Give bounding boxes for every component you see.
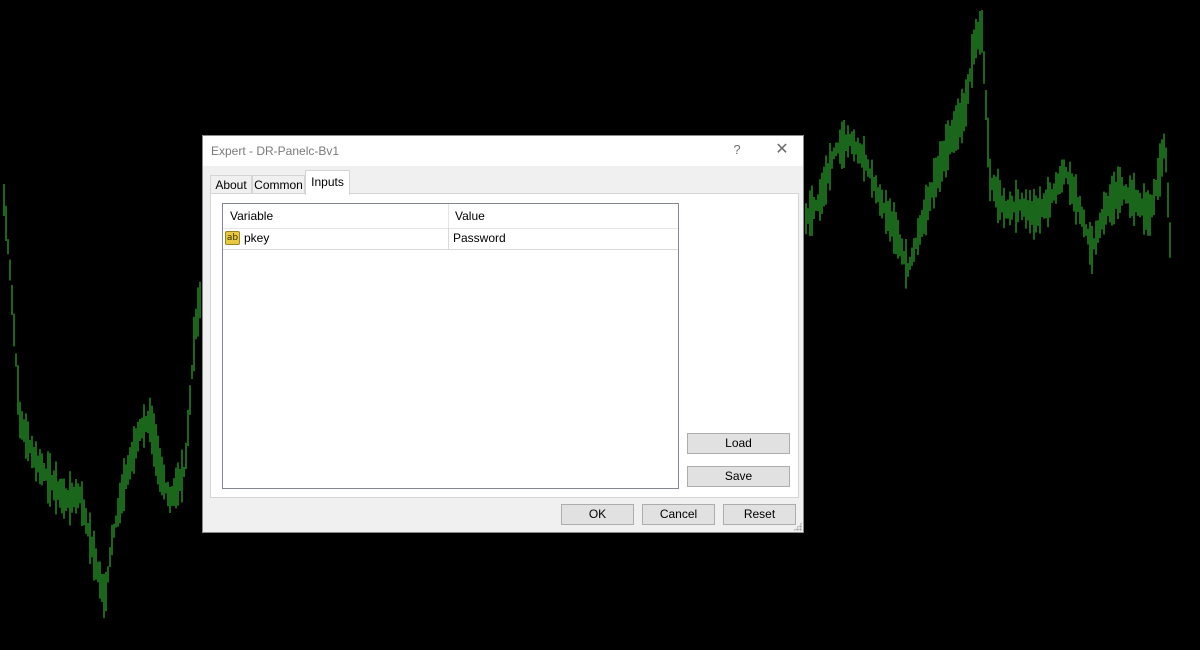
tab-common[interactable]: Common	[252, 175, 305, 194]
tab-about[interactable]: About	[210, 175, 252, 194]
variable-cell[interactable]: pkey	[243, 228, 449, 249]
save-button[interactable]: Save	[687, 466, 790, 487]
column-header-variable[interactable]: Variable	[223, 204, 449, 228]
table-row[interactable]: ab pkey Password	[223, 228, 678, 250]
dialog-title: Expert - DR-Panelc-Bv1	[211, 144, 340, 158]
value-cell[interactable]: Password	[449, 228, 678, 249]
inputs-table: Variable Value ab pkey Password	[222, 203, 679, 489]
string-input-icon: ab	[225, 231, 240, 245]
expert-properties-dialog: Expert - DR-Panelc-Bv1 ? ✕ About Common …	[202, 135, 804, 533]
help-button[interactable]: ?	[715, 136, 759, 166]
close-button[interactable]: ✕	[760, 136, 804, 166]
column-header-value[interactable]: Value	[449, 204, 678, 228]
dialog-titlebar[interactable]: Expert - DR-Panelc-Bv1 ? ✕	[203, 136, 803, 166]
load-button[interactable]: Load	[687, 433, 790, 454]
reset-button[interactable]: Reset	[723, 504, 796, 525]
cancel-button[interactable]: Cancel	[642, 504, 715, 525]
tab-inputs[interactable]: Inputs	[305, 170, 350, 195]
table-header: Variable Value	[223, 204, 678, 229]
inputs-tab-pane: Variable Value ab pkey Password Load Sav…	[210, 193, 799, 498]
ok-button[interactable]: OK	[561, 504, 634, 525]
